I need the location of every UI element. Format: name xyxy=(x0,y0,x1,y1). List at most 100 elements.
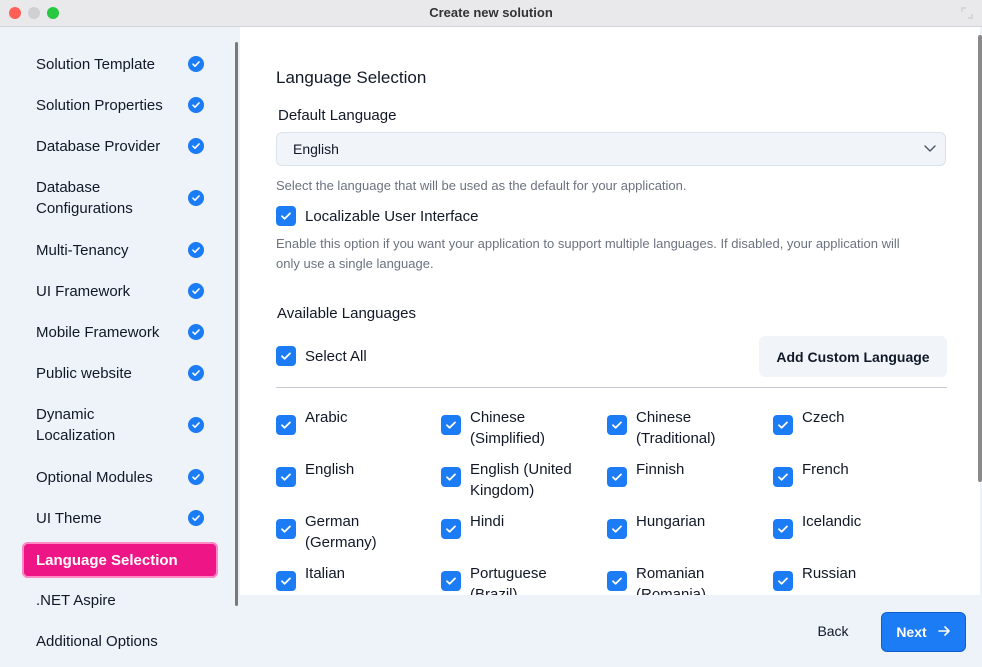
next-button[interactable]: Next xyxy=(881,612,966,652)
language-option[interactable]: English (United Kingdom) xyxy=(441,459,591,501)
language-option[interactable]: Arabic xyxy=(276,407,426,435)
sidebar-item-public-website[interactable]: Public website xyxy=(22,363,218,383)
sidebar-item-net-aspire[interactable]: .NET Aspire xyxy=(22,590,218,610)
page-title: Language Selection xyxy=(276,68,427,87)
expand-icon[interactable] xyxy=(960,6,974,20)
language-checkbox[interactable] xyxy=(607,519,627,539)
sidebar-item-ui-theme[interactable]: UI Theme xyxy=(22,508,218,528)
default-language-select[interactable]: English xyxy=(276,132,946,166)
language-checkbox[interactable] xyxy=(441,571,461,591)
sidebar-item-mobile-framework[interactable]: Mobile Framework xyxy=(22,322,218,342)
back-button[interactable]: Back xyxy=(805,620,861,642)
language-checkbox[interactable] xyxy=(773,519,793,539)
sidebar-item-label: Mobile Framework xyxy=(36,323,160,341)
sidebar-item-language-selection[interactable]: Language Selection xyxy=(22,542,218,578)
language-checkbox[interactable] xyxy=(441,415,461,435)
window-title: Create new solution xyxy=(429,5,553,20)
language-checkbox[interactable] xyxy=(773,571,793,591)
sidebar-item-ui-framework[interactable]: UI Framework xyxy=(22,281,218,301)
language-label: Chinese (Traditional) xyxy=(636,409,716,447)
completed-check-icon xyxy=(188,138,204,154)
sidebar-item-label: Public website xyxy=(36,364,132,382)
language-option[interactable]: German (Germany) xyxy=(276,511,426,553)
completed-check-icon xyxy=(188,417,204,433)
sidebar-item-optional-modules[interactable]: Optional Modules xyxy=(22,467,218,487)
completed-check-icon xyxy=(188,469,204,485)
language-option[interactable]: French xyxy=(773,459,923,487)
language-checkbox[interactable] xyxy=(276,467,296,487)
language-option[interactable]: Czech xyxy=(773,407,923,435)
sidebar-item-multi-tenancy[interactable]: Multi-Tenancy xyxy=(22,240,218,260)
language-option[interactable]: Icelandic xyxy=(773,511,923,539)
language-checkbox[interactable] xyxy=(276,415,296,435)
language-checkbox[interactable] xyxy=(607,571,627,591)
completed-check-icon xyxy=(188,283,204,299)
sidebar-item-label: Additional Options xyxy=(36,632,158,650)
sidebar-item-solution-template[interactable]: Solution Template xyxy=(22,54,218,74)
language-option[interactable]: Hindi xyxy=(441,511,591,539)
default-language-hint: Select the language that will be used as… xyxy=(276,178,687,193)
language-label: Finnish xyxy=(636,461,685,478)
sidebar-item-label: UI Framework xyxy=(36,282,131,300)
language-checkbox[interactable] xyxy=(276,519,296,539)
sidebar-item-label: Database Provider xyxy=(36,137,161,155)
language-option[interactable]: Chinese (Traditional) xyxy=(607,407,757,449)
completed-check-icon xyxy=(188,56,204,72)
language-label: German (Germany) xyxy=(305,513,377,551)
language-checkbox[interactable] xyxy=(441,519,461,539)
language-option[interactable]: Finnish xyxy=(607,459,757,487)
language-option[interactable]: English xyxy=(276,459,426,487)
available-languages-label: Available Languages xyxy=(277,305,417,322)
sidebar-item-solution-properties[interactable]: Solution Properties xyxy=(22,95,218,115)
sidebar-item-additional-options[interactable]: Additional Options xyxy=(22,631,218,651)
add-custom-language-button[interactable]: Add Custom Language xyxy=(759,336,947,377)
sidebar-item-label: Multi-Tenancy xyxy=(36,241,129,259)
language-option[interactable]: Italian xyxy=(276,563,426,591)
completed-check-icon xyxy=(188,510,204,526)
language-option[interactable]: Romanian (Romania) xyxy=(607,563,757,595)
sidebar-item-label: Dynamic Localization xyxy=(36,406,116,444)
sidebar-item-label: .NET Aspire xyxy=(36,591,116,609)
select-all-checkbox[interactable] xyxy=(276,346,296,366)
language-checkbox[interactable] xyxy=(607,415,627,435)
language-option[interactable]: Chinese (Simplified) xyxy=(441,407,591,449)
completed-check-icon xyxy=(188,190,204,206)
language-checkbox[interactable] xyxy=(441,467,461,487)
language-option[interactable]: Russian xyxy=(773,563,923,591)
select-all-checkbox-row[interactable]: Select All xyxy=(276,346,367,366)
divider xyxy=(276,387,947,388)
chevron-down-icon xyxy=(923,141,937,158)
default-language-label: Default Language xyxy=(278,107,397,124)
window-titlebar: Create new solution xyxy=(0,0,982,27)
localizable-ui-checkbox-row[interactable]: Localizable User Interface xyxy=(276,206,478,226)
language-checkbox[interactable] xyxy=(607,467,627,487)
localizable-ui-checkbox[interactable] xyxy=(276,206,296,226)
completed-check-icon xyxy=(188,242,204,258)
next-button-label: Next xyxy=(896,624,927,640)
language-checkbox[interactable] xyxy=(276,571,296,591)
language-checkbox[interactable] xyxy=(773,467,793,487)
arrow-right-icon xyxy=(937,624,951,641)
language-label: English (United Kingdom) xyxy=(470,461,572,499)
sidebar-item-dynamic-localization[interactable]: Dynamic Localization xyxy=(22,404,218,446)
language-option[interactable]: Portuguese (Brazil) xyxy=(441,563,591,595)
language-label: Romanian (Romania) xyxy=(636,565,707,595)
language-label: Portuguese (Brazil) xyxy=(470,565,547,595)
sidebar-item-label: Language Selection xyxy=(36,551,178,569)
wizard-sidebar: Solution Template Solution Properties Da… xyxy=(0,27,236,667)
language-checkbox[interactable] xyxy=(773,415,793,435)
completed-check-icon xyxy=(188,324,204,340)
sidebar-scrollbar[interactable] xyxy=(235,42,238,606)
sidebar-item-database-configurations[interactable]: Database Configurations xyxy=(22,177,218,219)
content-scrollbar[interactable] xyxy=(978,35,982,482)
language-label: Arabic xyxy=(305,409,348,426)
sidebar-item-label: Optional Modules xyxy=(36,468,153,486)
localizable-ui-hint: Enable this option if you want your appl… xyxy=(276,236,900,271)
language-option[interactable]: Hungarian xyxy=(607,511,757,539)
completed-check-icon xyxy=(188,365,204,381)
language-label: Hindi xyxy=(470,513,505,530)
language-label: Russian xyxy=(802,565,857,582)
language-label: Chinese (Simplified) xyxy=(470,409,546,447)
sidebar-item-database-provider[interactable]: Database Provider xyxy=(22,136,218,156)
completed-check-icon xyxy=(188,97,204,113)
